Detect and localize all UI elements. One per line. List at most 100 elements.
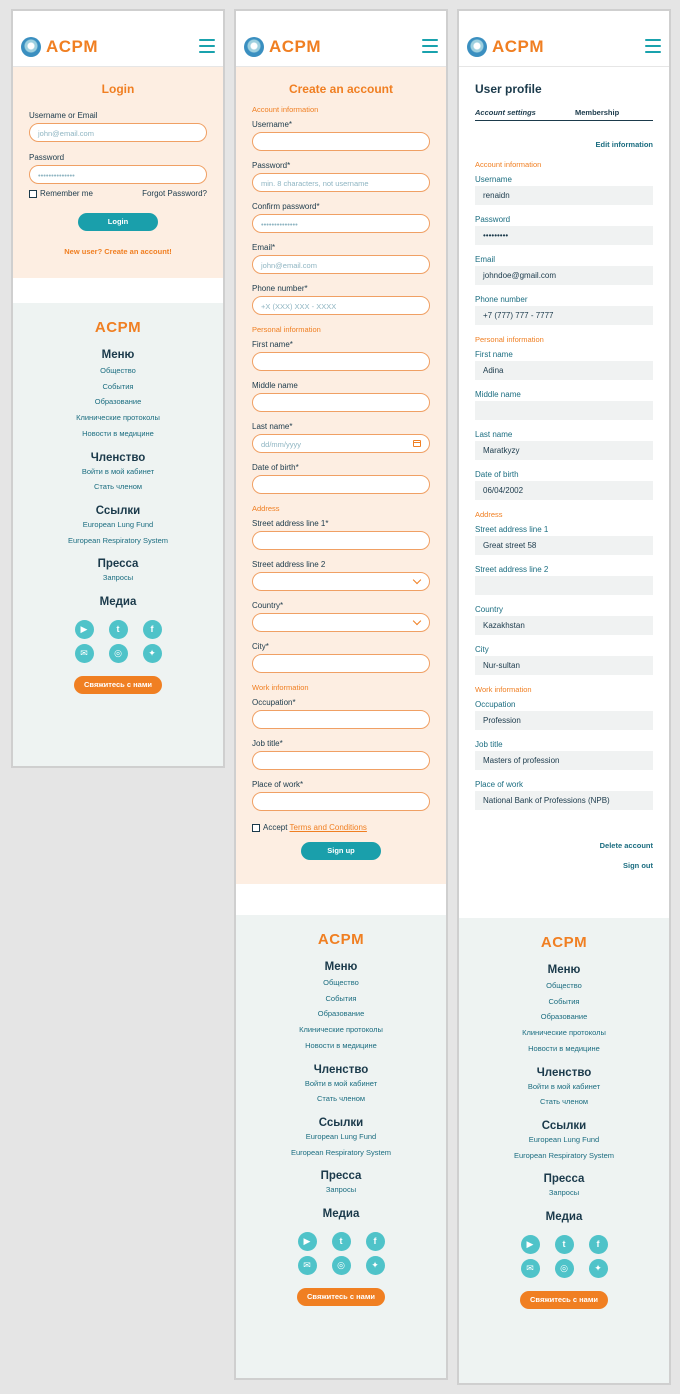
footer-link[interactable]: Общество	[459, 978, 669, 994]
signup-button[interactable]: Sign up	[301, 842, 381, 860]
contact-us-button[interactable]: Свяжитесь с нами	[520, 1291, 608, 1310]
hamburger-menu-icon[interactable]	[422, 39, 438, 53]
footer-link[interactable]: События	[236, 991, 446, 1007]
instagram-icon[interactable]: ◎	[331, 1256, 351, 1276]
footer-link[interactable]: Образование	[236, 1006, 446, 1022]
job-title-input[interactable]	[252, 751, 430, 770]
create-account-link[interactable]: New user? Create an account!	[13, 247, 223, 256]
footer-link[interactable]: Новости в медицине	[459, 1041, 669, 1057]
footer-link[interactable]: События	[13, 379, 223, 395]
tumblr-icon[interactable]: t	[108, 620, 128, 640]
footer-link[interactable]: События	[459, 994, 669, 1010]
login-button[interactable]: Login	[78, 213, 158, 231]
tab-membership[interactable]: Membership	[575, 108, 619, 117]
footer: ACPM Меню Общество События Образование К…	[459, 918, 669, 1383]
remember-me-checkbox[interactable]: Remember me	[29, 189, 93, 198]
footer-link[interactable]: European Respiratory System	[13, 533, 223, 549]
footer-link[interactable]: Общество	[13, 363, 223, 379]
sign-out-link[interactable]: Sign out	[475, 861, 653, 870]
place-of-work-input[interactable]	[252, 792, 430, 811]
tumblr-icon[interactable]: t	[331, 1232, 351, 1252]
footer-link[interactable]: Стать членом	[459, 1094, 669, 1110]
facebook-icon[interactable]: f	[365, 1232, 385, 1252]
twitter-icon[interactable]: ✦	[142, 644, 162, 664]
dob-input[interactable]	[252, 475, 430, 494]
footer-link[interactable]: Клинические протоколы	[236, 1022, 446, 1038]
password-input[interactable]: min. 8 characters, not username	[252, 173, 430, 192]
messenger-icon[interactable]: ✉	[297, 1256, 317, 1276]
street2-select[interactable]	[252, 572, 430, 591]
contact-us-button[interactable]: Свяжитесь с нами	[297, 1288, 385, 1307]
checkbox-icon[interactable]	[29, 189, 37, 198]
hamburger-menu-icon[interactable]	[645, 39, 661, 53]
last-name-input[interactable]: dd/mm/yyyy	[252, 434, 430, 453]
job-title-label: Job title*	[252, 739, 283, 748]
email-input[interactable]: john@email.com	[252, 255, 430, 274]
phone-input[interactable]: +X (XXX) XXX - XXXX	[252, 296, 430, 315]
twitter-icon[interactable]: ✦	[365, 1256, 385, 1276]
logo[interactable]: ACPM	[467, 37, 544, 57]
footer-link[interactable]: Войти в мой кабинет	[459, 1079, 669, 1095]
footer-link[interactable]: Войти в мой кабинет	[13, 464, 223, 480]
footer-logo[interactable]: ACPM	[236, 931, 446, 948]
footer-menu-list: Общество События Образование Клинические…	[13, 363, 223, 442]
footer-logo[interactable]: ACPM	[459, 934, 669, 951]
footer-link[interactable]: Запросы	[459, 1185, 669, 1201]
first-name-input[interactable]	[252, 352, 430, 371]
footer-logo[interactable]: ACPM	[13, 319, 223, 336]
footer-link[interactable]: Стать членом	[236, 1091, 446, 1107]
footer-link[interactable]: Новости в медицине	[236, 1038, 446, 1054]
country-value: Kazakhstan	[475, 616, 653, 635]
tab-account-settings[interactable]: Account settings	[475, 108, 575, 117]
facebook-icon[interactable]: f	[588, 1235, 608, 1255]
forgot-password-link[interactable]: Forgot Password?	[142, 189, 207, 198]
footer-link[interactable]: Образование	[459, 1009, 669, 1025]
calendar-icon[interactable]	[413, 440, 421, 447]
instagram-icon[interactable]: ◎	[108, 644, 128, 664]
username-input[interactable]	[252, 132, 430, 151]
footer-link[interactable]: Войти в мой кабинет	[236, 1076, 446, 1092]
middle-name-input[interactable]	[252, 393, 430, 412]
youtube-icon[interactable]: ▶	[297, 1232, 317, 1252]
password-input[interactable]: ••••••••••••••	[29, 165, 207, 184]
contact-us-button[interactable]: Свяжитесь с нами	[74, 676, 162, 695]
footer-link[interactable]: European Respiratory System	[236, 1145, 446, 1161]
tumblr-icon[interactable]: t	[554, 1235, 574, 1255]
street2-value	[475, 576, 653, 595]
city-input[interactable]	[252, 654, 430, 673]
footer-link[interactable]: Запросы	[13, 570, 223, 586]
footer-link[interactable]: Новости в медицине	[13, 426, 223, 442]
footer-link[interactable]: Запросы	[236, 1182, 446, 1198]
footer-link[interactable]: Образование	[13, 394, 223, 410]
edit-information-link[interactable]: Edit information	[475, 140, 654, 149]
footer-link[interactable]: European Respiratory System	[459, 1148, 669, 1164]
confirm-password-input[interactable]: ••••••••••••••	[252, 214, 430, 233]
street1-input[interactable]	[252, 531, 430, 550]
hamburger-menu-icon[interactable]	[199, 39, 215, 53]
delete-account-link[interactable]: Delete account	[475, 841, 653, 850]
footer-link[interactable]: European Lung Fund	[13, 517, 223, 533]
city-value: Nur-sultan	[475, 656, 653, 675]
instagram-icon[interactable]: ◎	[554, 1259, 574, 1279]
terms-link[interactable]: Terms and Conditions	[290, 823, 367, 832]
footer-link[interactable]: European Lung Fund	[459, 1132, 669, 1148]
facebook-icon[interactable]: f	[142, 620, 162, 640]
username-input[interactable]: john@email.com	[29, 123, 207, 142]
footer-link[interactable]: Клинические протоколы	[13, 410, 223, 426]
twitter-icon[interactable]: ✦	[588, 1259, 608, 1279]
logo[interactable]: ACPM	[21, 37, 98, 57]
youtube-icon[interactable]: ▶	[520, 1235, 540, 1255]
street1-label: Street address line 1	[475, 525, 549, 534]
footer-link[interactable]: European Lung Fund	[236, 1129, 446, 1145]
footer-link[interactable]: Стать членом	[13, 479, 223, 495]
occupation-input[interactable]	[252, 710, 430, 729]
messenger-icon[interactable]: ✉	[520, 1259, 540, 1279]
youtube-icon[interactable]: ▶	[74, 620, 94, 640]
logo[interactable]: ACPM	[244, 37, 321, 57]
footer-link[interactable]: Общество	[236, 975, 446, 991]
accept-terms-checkbox[interactable]	[252, 823, 260, 832]
messenger-icon[interactable]: ✉	[74, 644, 94, 664]
country-select[interactable]	[252, 613, 430, 632]
footer-link[interactable]: Клинические протоколы	[459, 1025, 669, 1041]
chevron-down-icon	[412, 575, 422, 585]
